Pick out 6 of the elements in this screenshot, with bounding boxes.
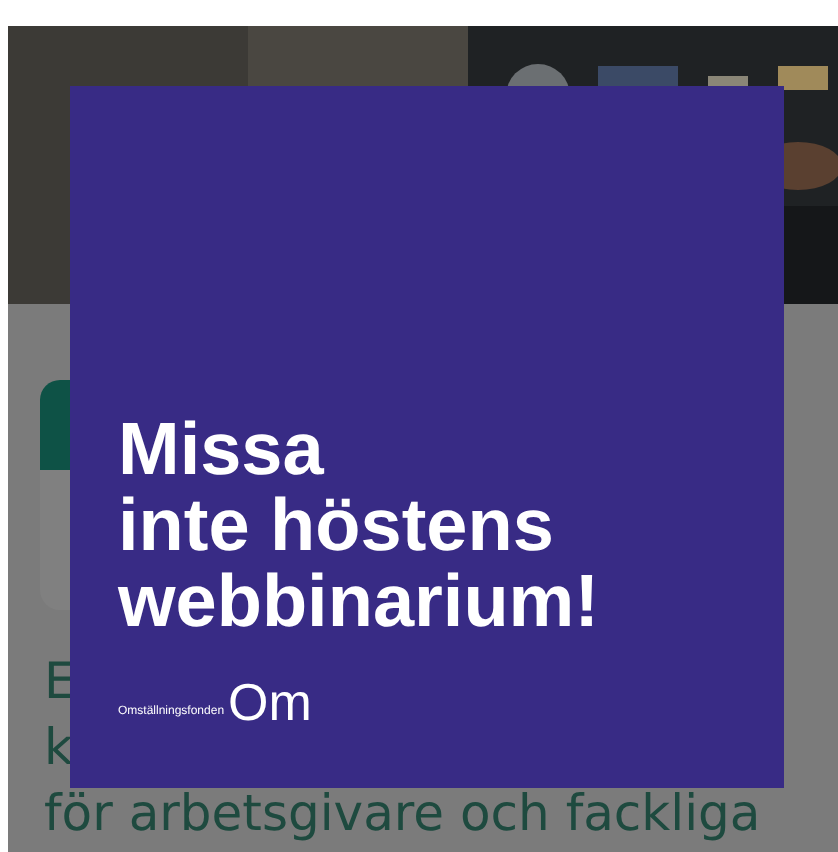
article-text: k: [44, 716, 73, 780]
headline-text: inte höstens: [118, 488, 556, 564]
headline-text: Missa: [118, 412, 326, 488]
logo-mark: Om: [228, 676, 312, 728]
article-text: för arbetsgivare och fackliga: [44, 782, 761, 846]
headline-text: webbinarium!: [118, 564, 602, 640]
